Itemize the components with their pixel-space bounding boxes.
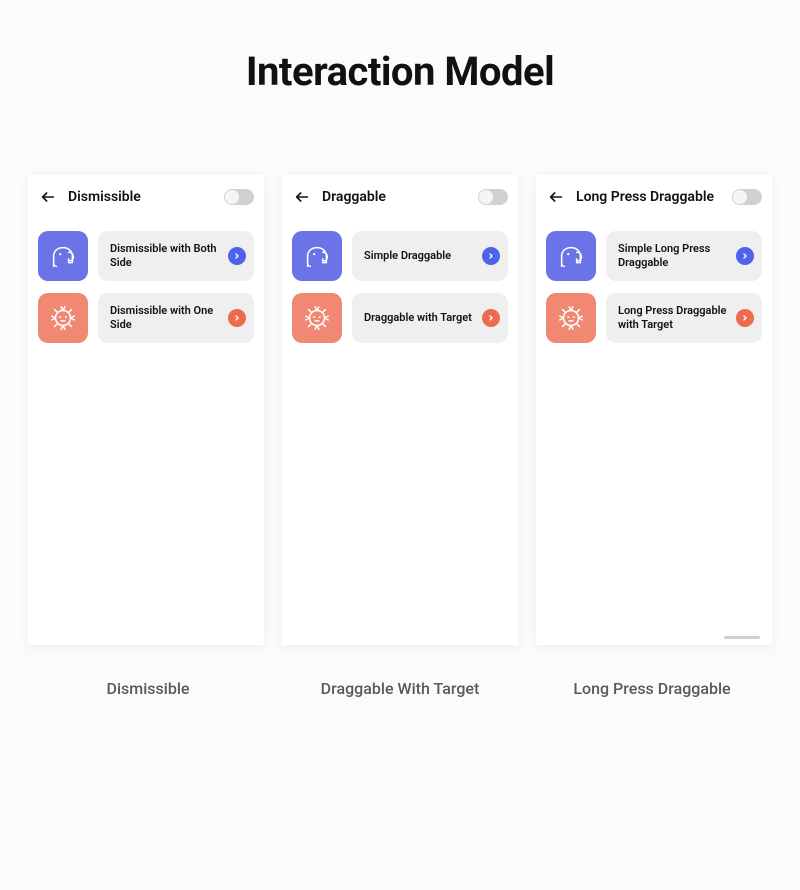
item-tile — [546, 231, 596, 281]
list-item: Simple Draggable — [292, 231, 508, 281]
home-indicator — [724, 636, 760, 639]
item-tile — [546, 293, 596, 343]
elephant-icon — [48, 241, 78, 271]
captions-row: Dismissible Draggable With Target Long P… — [0, 679, 800, 698]
pane-draggable: Draggable Simple Draggable — [282, 175, 518, 645]
back-button[interactable] — [36, 185, 60, 209]
list: Simple Long Press Draggable — [536, 219, 772, 355]
item-card[interactable]: Dismissible with One Side — [98, 293, 254, 343]
dark-mode-toggle[interactable] — [224, 189, 254, 205]
pane-caption: Long Press Draggable — [532, 679, 772, 698]
chevron-button[interactable] — [482, 247, 500, 265]
lion-icon — [556, 303, 586, 333]
chevron-right-icon — [233, 314, 241, 322]
list-item: Dismissible with One Side — [38, 293, 254, 343]
pane-title: Draggable — [322, 189, 470, 205]
toggle-knob — [225, 190, 239, 204]
item-tile — [292, 293, 342, 343]
pane-dismissible: Dismissible Dismissible with Both Side — [28, 175, 264, 645]
item-card[interactable]: Long Press Draggable with Target — [606, 293, 762, 343]
back-button[interactable] — [290, 185, 314, 209]
arrow-left-icon — [548, 189, 564, 205]
arrow-left-icon — [294, 189, 310, 205]
lion-icon — [302, 303, 332, 333]
chevron-right-icon — [233, 252, 241, 260]
arrow-left-icon — [40, 189, 56, 205]
back-button[interactable] — [544, 185, 568, 209]
pane-title: Dismissible — [68, 189, 216, 205]
toggle-knob — [479, 190, 493, 204]
chevron-button[interactable] — [228, 247, 246, 265]
pane-header: Draggable — [282, 175, 518, 219]
item-card[interactable]: Simple Long Press Draggable — [606, 231, 762, 281]
list: Dismissible with Both Side — [28, 219, 264, 355]
item-label: Dismissible with Both Side — [110, 242, 220, 270]
chevron-right-icon — [487, 252, 495, 260]
item-card[interactable]: Draggable with Target — [352, 293, 508, 343]
chevron-button[interactable] — [736, 309, 754, 327]
pane-caption: Draggable With Target — [280, 679, 520, 698]
elephant-icon — [302, 241, 332, 271]
list: Simple Draggable D — [282, 219, 518, 355]
pane-long-press-draggable: Long Press Draggable Simple Long Press D… — [536, 175, 772, 645]
item-label: Long Press Draggable with Target — [618, 304, 728, 332]
lion-icon — [48, 303, 78, 333]
list-item: Dismissible with Both Side — [38, 231, 254, 281]
chevron-button[interactable] — [228, 309, 246, 327]
pane-header: Long Press Draggable — [536, 175, 772, 219]
chevron-right-icon — [741, 314, 749, 322]
item-label: Dismissible with One Side — [110, 304, 220, 332]
item-tile — [292, 231, 342, 281]
toggle-knob — [733, 190, 747, 204]
item-card[interactable]: Simple Draggable — [352, 231, 508, 281]
dark-mode-toggle[interactable] — [732, 189, 762, 205]
item-card[interactable]: Dismissible with Both Side — [98, 231, 254, 281]
chevron-button[interactable] — [482, 309, 500, 327]
item-label: Simple Draggable — [364, 249, 474, 263]
elephant-icon — [556, 241, 586, 271]
pane-caption: Dismissible — [28, 679, 268, 698]
chevron-right-icon — [741, 252, 749, 260]
chevron-button[interactable] — [736, 247, 754, 265]
item-label: Simple Long Press Draggable — [618, 242, 728, 270]
pane-title: Long Press Draggable — [576, 189, 724, 205]
list-item: Draggable with Target — [292, 293, 508, 343]
item-tile — [38, 231, 88, 281]
item-tile — [38, 293, 88, 343]
list-item: Long Press Draggable with Target — [546, 293, 762, 343]
list-item: Simple Long Press Draggable — [546, 231, 762, 281]
item-label: Draggable with Target — [364, 311, 474, 325]
dark-mode-toggle[interactable] — [478, 189, 508, 205]
chevron-right-icon — [487, 314, 495, 322]
pane-header: Dismissible — [28, 175, 264, 219]
panes-container: Dismissible Dismissible with Both Side — [0, 175, 800, 645]
page-title: Interaction Model — [0, 48, 800, 95]
